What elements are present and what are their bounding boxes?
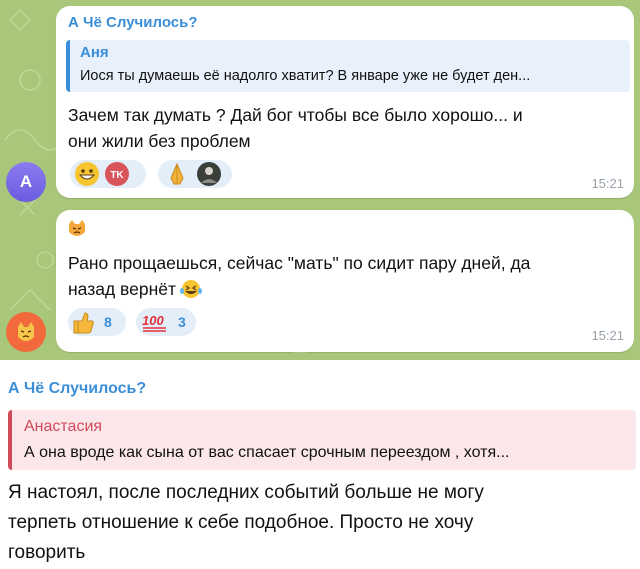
reaction-pill-1[interactable]: TK	[70, 160, 146, 188]
message-text-line-2-text: назад вернёт	[68, 279, 177, 299]
message-text-line-1: Рано прощаешься, сейчас "мать" по сидит …	[68, 253, 531, 273]
reaction-hundred[interactable]: 100 3	[136, 308, 196, 336]
message-text-line-1: Я настоял, после последних событий больш…	[8, 482, 484, 503]
message-bubble-2[interactable]: Рано прощаешься, сейчас "мать" по сидит …	[56, 210, 634, 352]
svg-text:100: 100	[142, 313, 164, 328]
message-time: 15:21	[591, 176, 624, 191]
sender-name[interactable]: А Чё Случилось?	[8, 380, 146, 398]
reply-text: Иося ты думаешь её надолго хватит? В янв…	[80, 68, 531, 84]
message-text-line-3: говорить	[8, 542, 86, 563]
reply-text: А она вроде как сына от вас спасает сроч…	[24, 444, 510, 461]
reaction-thumbs-up[interactable]: 8	[68, 308, 126, 336]
message-text-line-2: они жили без проблем	[68, 131, 251, 151]
reply-author: Аня	[80, 44, 109, 61]
laughing-tears-emoji-icon	[180, 280, 203, 298]
grinning-emoji-icon	[75, 162, 99, 186]
hundred-points-emoji-icon: 100	[142, 313, 166, 332]
reply-quote[interactable]: Аня Иося ты думаешь её надолго хватит? В…	[66, 40, 630, 92]
reaction-count: 3	[178, 314, 186, 330]
sender-name[interactable]: А Чё Случилось?	[68, 14, 198, 31]
reaction-pill-2[interactable]	[158, 160, 232, 188]
message-time: 15:21	[591, 328, 624, 343]
svg-text:TK: TK	[110, 170, 124, 181]
reply-quote[interactable]: Анастасия А она вроде как сына от вас сп…	[8, 410, 636, 470]
message-text-line-1: Зачем так думать ? Дай бог чтобы все был…	[68, 105, 523, 125]
reaction-count: 8	[104, 314, 112, 330]
reactions-row: TK	[70, 158, 300, 190]
pouting-cat-emoji-icon	[69, 220, 85, 236]
reply-author: Анастасия	[24, 418, 103, 435]
angry-cat-icon	[18, 322, 34, 341]
avatar-angry-cat[interactable]	[6, 312, 46, 352]
tk-avatar-icon: TK	[105, 162, 129, 186]
message-section-3[interactable]: А Чё Случилось? Анастасия А она вроде ка…	[0, 360, 640, 569]
thumbs-up-emoji-icon	[73, 312, 94, 334]
message-text-line-2: терпеть отношение к себе подобное. Прост…	[8, 512, 474, 533]
user-photo-avatar-icon	[197, 162, 221, 186]
folded-hands-emoji-icon	[170, 162, 184, 185]
message-bubble-1[interactable]: А Чё Случилось? Аня Иося ты думаешь её н…	[56, 6, 634, 198]
avatar-a[interactable]: А	[6, 162, 46, 202]
message-text-line-2: назад вернёт	[68, 276, 203, 302]
avatar-letter: А	[19, 172, 33, 191]
